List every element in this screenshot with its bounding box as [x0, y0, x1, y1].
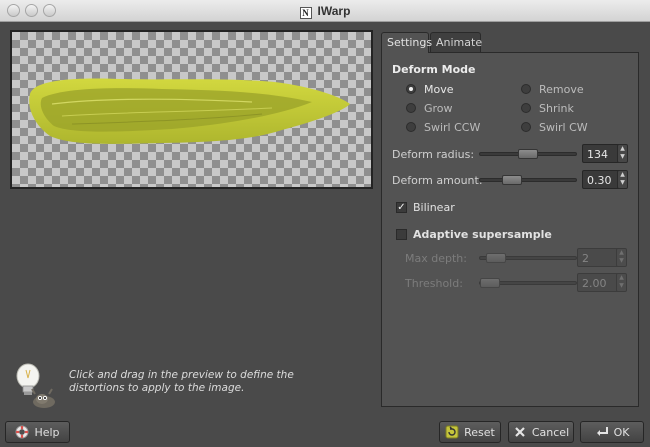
radio-indicator[interactable] [406, 103, 416, 113]
reset-button[interactable]: Reset [439, 421, 501, 443]
radio-indicator[interactable] [406, 122, 416, 132]
radio-indicator[interactable] [521, 122, 531, 132]
deform-radius-slider[interactable] [479, 149, 577, 159]
max-depth-spinbox[interactable]: 2 [577, 248, 621, 267]
radio-label-swirl-cw: Swirl CW [539, 120, 588, 134]
tab-animate[interactable]: Animate [430, 32, 482, 52]
adaptive-supersample-checkbox[interactable]: Adaptive supersample [396, 228, 552, 241]
cancel-icon [515, 427, 525, 437]
deform-amount-spin-arrows[interactable]: ▲ ▼ [617, 170, 628, 189]
reset-icon [445, 425, 459, 439]
radio-label-swirl-ccw: Swirl CCW [424, 120, 481, 134]
deform-amount-label: Deform amount: [392, 174, 483, 187]
deform-radius-spin-arrows[interactable]: ▲ ▼ [617, 144, 628, 163]
adaptive-supersample-label: Adaptive supersample [413, 228, 552, 241]
max-depth-label: Max depth: [405, 252, 467, 265]
threshold-spinbox[interactable]: 2.00 [577, 273, 621, 292]
radio-label-grow: Grow [424, 101, 453, 115]
tab-settings[interactable]: Settings [381, 32, 432, 53]
deform-mode-title: Deform Mode [392, 63, 476, 76]
window-title-wrap: N IWarp [0, 4, 650, 19]
bilinear-checkbox[interactable]: ✓ Bilinear [396, 201, 455, 214]
threshold-spin-arrows[interactable]: ▲ ▼ [616, 273, 627, 292]
window-title: IWarp [317, 4, 351, 18]
radio-indicator[interactable] [521, 103, 531, 113]
reset-button-label: Reset [464, 425, 495, 439]
threshold-slider[interactable] [479, 278, 577, 288]
radio-swirl-ccw[interactable]: Swirl CCW [406, 120, 480, 134]
preview-area[interactable] [10, 30, 373, 189]
max-depth-spin-arrows[interactable]: ▲ ▼ [616, 248, 627, 267]
ok-button-label: OK [613, 425, 630, 439]
wilber-lightbulb-icon [16, 363, 55, 408]
title-bar: N IWarp [0, 0, 650, 22]
radio-shrink[interactable]: Shrink [521, 101, 574, 115]
max-depth-slider[interactable] [479, 253, 577, 263]
settings-panel: Deform Mode Move Remove Grow Shrink Swir… [381, 52, 639, 407]
radio-remove[interactable]: Remove [521, 82, 584, 96]
radio-label-shrink: Shrink [539, 101, 574, 115]
radio-grow[interactable]: Grow [406, 101, 453, 115]
radio-indicator[interactable] [406, 84, 416, 94]
radio-indicator[interactable] [521, 84, 531, 94]
cancel-button[interactable]: Cancel [508, 421, 574, 443]
checkbox-box[interactable] [396, 229, 407, 240]
deform-radius-slider-handle[interactable] [518, 149, 538, 159]
deform-amount-slider[interactable] [479, 175, 577, 185]
cancel-button-label: Cancel [531, 425, 570, 439]
threshold-label: Threshold: [405, 277, 463, 290]
radio-move[interactable]: Move [406, 82, 454, 96]
lifebuoy-icon [15, 425, 29, 439]
checkmark-icon[interactable]: ✓ [396, 202, 407, 213]
help-button-label: Help [34, 425, 60, 439]
deform-amount-slider-handle[interactable] [502, 175, 522, 185]
max-depth-slider-handle[interactable] [486, 253, 506, 263]
radio-label-move: Move [424, 82, 454, 96]
preview-image [29, 78, 350, 144]
threshold-slider-handle[interactable] [480, 278, 500, 288]
bilinear-label: Bilinear [413, 201, 455, 214]
ok-button[interactable]: OK [580, 421, 644, 443]
enter-arrow-icon [596, 427, 608, 436]
hint-text: Click and drag in the preview to define … [69, 369, 294, 394]
radio-label-remove: Remove [539, 82, 584, 96]
help-button[interactable]: Help [5, 421, 70, 443]
radio-swirl-cw[interactable]: Swirl CW [521, 120, 588, 134]
app-icon: N [299, 7, 312, 19]
deform-radius-label: Deform radius: [392, 148, 475, 161]
